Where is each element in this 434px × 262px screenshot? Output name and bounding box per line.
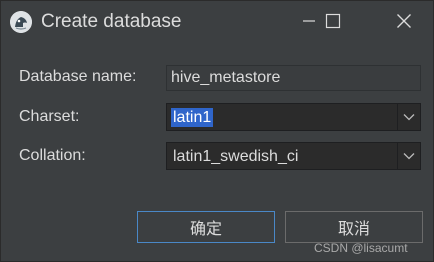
- close-icon: [396, 13, 412, 34]
- collation-select[interactable]: latin1_swedish_ci: [166, 142, 421, 170]
- create-database-dialog: Create database Database name: Charset: …: [0, 0, 434, 262]
- collation-dropdown-button[interactable]: [397, 143, 420, 169]
- database-name-input[interactable]: [166, 65, 421, 91]
- title-bar[interactable]: Create database: [1, 1, 433, 45]
- cancel-button[interactable]: 取消: [285, 211, 423, 243]
- charset-dropdown-button[interactable]: [397, 104, 420, 130]
- collation-label: Collation:: [19, 147, 86, 164]
- database-name-label: Database name:: [19, 68, 137, 85]
- charset-value: latin1: [171, 108, 214, 127]
- collation-value: latin1_swedish_ci: [173, 148, 299, 165]
- chevron-down-icon: [403, 108, 415, 126]
- ok-button[interactable]: 确定: [137, 211, 275, 243]
- maximize-icon: [325, 13, 341, 34]
- window-title: Create database: [41, 11, 182, 32]
- charset-select[interactable]: latin1: [166, 103, 421, 131]
- app-icon: [10, 11, 32, 33]
- watermark: CSDN @lisacumt: [314, 241, 408, 255]
- close-button[interactable]: [381, 5, 427, 41]
- maximize-button[interactable]: [310, 5, 356, 41]
- charset-label: Charset:: [19, 108, 80, 125]
- chevron-down-icon: [403, 147, 415, 165]
